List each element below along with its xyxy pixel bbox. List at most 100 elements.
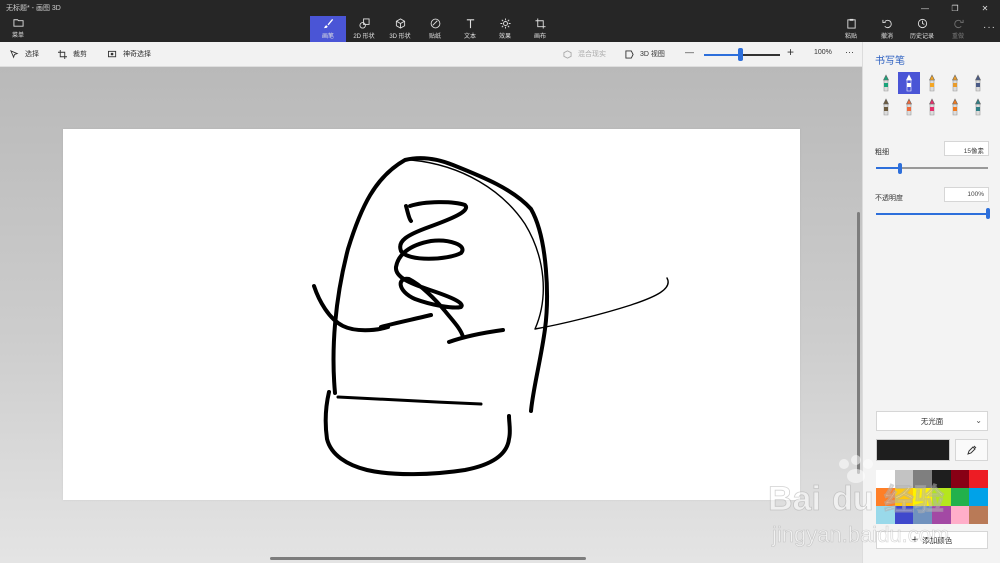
color-swatch-6[interactable] xyxy=(876,488,895,506)
crayon-icon xyxy=(929,98,935,116)
top-toolbar: 无标题* - 画图 3D — ❐ ✕ 菜单 画笔 2D 形状 3D 形状 贴纸 … xyxy=(0,0,1000,42)
tool-stickers[interactable]: 贴纸 xyxy=(417,16,453,42)
close-button[interactable]: ✕ xyxy=(970,0,1000,16)
pen-9[interactable] xyxy=(967,96,989,118)
thickness-slider-thumb[interactable] xyxy=(897,163,902,174)
mixed-reality-button[interactable]: 混合现实 xyxy=(563,49,606,59)
tool-canvas[interactable]: 画布 xyxy=(522,16,558,42)
spray-can-icon xyxy=(952,98,958,116)
select-button[interactable]: 选择 xyxy=(10,49,39,59)
color-swatch-2[interactable] xyxy=(913,470,932,488)
tool-brush[interactable]: 画笔 xyxy=(310,16,346,42)
color-swatch-12[interactable] xyxy=(876,506,895,524)
magic-select-button[interactable]: 神奇选择 xyxy=(108,49,151,59)
color-swatch-8[interactable] xyxy=(913,488,932,506)
sun-icon xyxy=(499,18,511,29)
subbar-more-button[interactable]: ··· xyxy=(845,47,854,57)
more-options-button[interactable]: ··· xyxy=(983,22,996,33)
crop-label: 裁剪 xyxy=(73,51,87,58)
2d-shapes-icon xyxy=(358,18,370,29)
paste-button[interactable]: 粘贴 xyxy=(833,16,869,42)
tool-2d-shapes[interactable]: 2D 形状 xyxy=(346,16,382,42)
color-swatch-10[interactable] xyxy=(950,488,970,506)
tool-canvas-label: 画布 xyxy=(533,34,546,40)
undo-icon xyxy=(881,19,892,29)
tool-effects-label: 效果 xyxy=(498,34,511,40)
pen-7[interactable] xyxy=(921,96,943,118)
undo-button[interactable]: 撤消 xyxy=(869,16,905,42)
folder-icon xyxy=(12,19,24,27)
add-color-label: 添加颜色 xyxy=(922,535,953,545)
color-swatch-3[interactable] xyxy=(931,470,951,488)
color-swatch-16[interactable] xyxy=(950,506,970,524)
magic-select-icon xyxy=(108,50,117,57)
opacity-slider-thumb[interactable] xyxy=(986,208,990,219)
crop-button[interactable]: 裁剪 xyxy=(58,49,87,59)
crop-canvas-icon xyxy=(534,18,546,29)
opacity-input[interactable]: 100% xyxy=(944,187,989,202)
color-swatch-13[interactable] xyxy=(894,506,914,524)
tool-text[interactable]: 文本 xyxy=(452,16,488,42)
color-swatch-11[interactable] xyxy=(969,488,988,506)
heel-stroke xyxy=(312,284,390,333)
pen-3[interactable] xyxy=(944,72,966,94)
lace-top-stroke xyxy=(404,204,413,223)
eyedropper-button[interactable] xyxy=(955,439,988,461)
color-swatch-17[interactable] xyxy=(969,506,988,524)
zoom-slider-thumb[interactable] xyxy=(738,48,744,61)
magic-select-label: 神奇选择 xyxy=(123,51,151,58)
selection-toolbar: 选择 裁剪 神奇选择 混合现实 3D 视图 — + 100% ··· xyxy=(0,42,862,67)
vertical-scrollbar[interactable] xyxy=(857,212,860,474)
thickness-input[interactable]: 15像素 xyxy=(944,141,989,156)
maximize-button[interactable]: ❐ xyxy=(940,0,970,16)
pen-8[interactable] xyxy=(944,96,966,118)
pen-2[interactable] xyxy=(921,72,943,94)
tool-2d-shapes-label: 2D 形状 xyxy=(353,34,375,40)
tool-3d-shapes[interactable]: 3D 形状 xyxy=(382,16,418,42)
color-swatch-4[interactable] xyxy=(950,470,970,488)
history-button[interactable]: 历史记录 xyxy=(904,16,940,42)
opacity-slider[interactable] xyxy=(876,213,988,215)
redo-button[interactable]: 重做 xyxy=(940,16,976,42)
brush-icon xyxy=(323,18,333,29)
color-swatch-15[interactable] xyxy=(931,506,951,524)
oil-brush-icon xyxy=(929,74,935,92)
sole-line-stroke xyxy=(336,395,483,406)
canvas-workspace[interactable] xyxy=(0,67,862,563)
color-swatch-14[interactable] xyxy=(913,506,932,524)
menu-button[interactable]: 菜单 xyxy=(0,14,36,42)
color-swatch-0[interactable] xyxy=(876,470,895,488)
calligraphy-pen-icon xyxy=(906,74,912,92)
finish-value: 无光面 xyxy=(920,416,944,426)
cursor-icon xyxy=(10,49,19,58)
pen-0[interactable] xyxy=(875,72,897,94)
zoom-value: 100% xyxy=(814,49,832,56)
thickness-label: 粗细 xyxy=(875,149,889,156)
sticker-icon xyxy=(430,18,440,29)
color-swatch-7[interactable] xyxy=(894,488,914,506)
pen-1[interactable] xyxy=(898,72,920,94)
clipboard-icon xyxy=(846,18,856,29)
pen-grid xyxy=(875,72,991,120)
view-3d-button[interactable]: 3D 视图 xyxy=(625,49,665,59)
thickness-slider[interactable] xyxy=(876,167,988,169)
color-palette xyxy=(876,470,988,524)
finish-dropdown[interactable]: 无光面 ⌄ xyxy=(876,411,988,431)
current-color-swatch[interactable] xyxy=(876,439,950,461)
pen-5[interactable] xyxy=(875,96,897,118)
color-swatch-5[interactable] xyxy=(969,470,988,488)
zoom-in-button[interactable]: + xyxy=(787,45,794,59)
pen-4[interactable] xyxy=(967,72,989,94)
tool-3d-shapes-label: 3D 形状 xyxy=(389,34,411,40)
color-swatch-1[interactable] xyxy=(894,470,914,488)
text-icon xyxy=(466,19,474,29)
tool-brush-label: 画笔 xyxy=(321,34,334,40)
horizontal-scrollbar[interactable] xyxy=(270,557,586,560)
color-swatch-9[interactable] xyxy=(931,488,951,506)
zoom-out-button[interactable]: — xyxy=(685,47,694,57)
drawing-canvas[interactable] xyxy=(63,129,800,500)
add-color-button[interactable]: + 添加颜色 xyxy=(876,531,988,549)
pen-6[interactable] xyxy=(898,96,920,118)
minimize-button[interactable]: — xyxy=(910,0,940,16)
tool-effects[interactable]: 效果 xyxy=(487,16,523,42)
